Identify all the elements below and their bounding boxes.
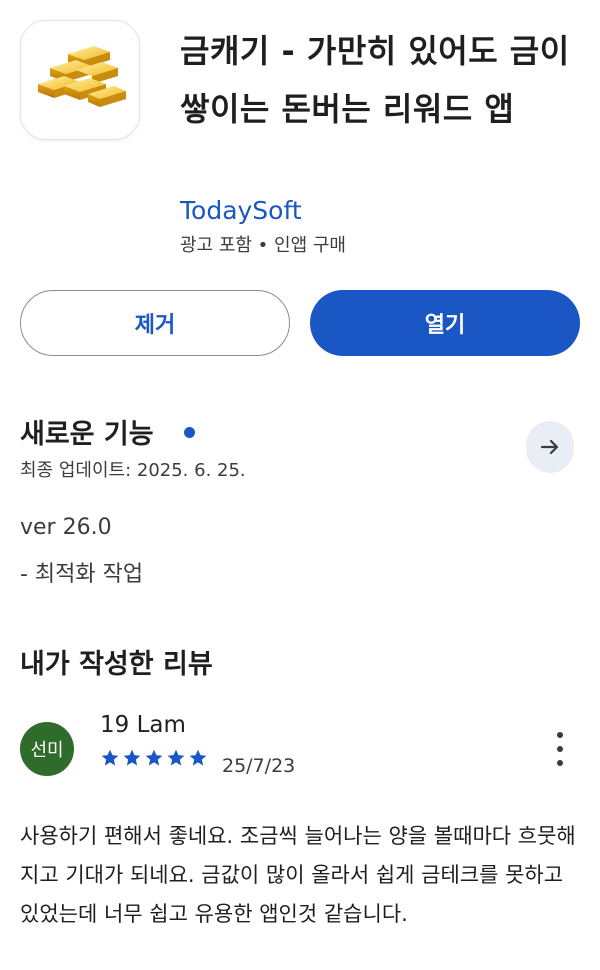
star-icon bbox=[167, 749, 185, 766]
more-options-icon[interactable] bbox=[548, 732, 572, 766]
open-button[interactable]: 열기 bbox=[310, 290, 580, 356]
avatar: 선미 bbox=[20, 722, 74, 776]
app-meta-info: 광고 포함 • 인앱 구매 bbox=[180, 235, 346, 256]
star-icon bbox=[189, 749, 207, 766]
whats-new-title: 새로운 기능 bbox=[20, 419, 154, 450]
star-icon bbox=[145, 749, 163, 766]
whats-new-arrow-button[interactable] bbox=[526, 421, 574, 473]
new-indicator-dot bbox=[184, 427, 195, 438]
app-title: 금캐기 - 가만히 있어도 금이 쌓이는 돈버는 리워드 앱 bbox=[180, 32, 570, 128]
star-icon bbox=[101, 749, 119, 766]
review-text: 사용하기 편해서 좋네요. 조금씩 늘어나는 양을 볼때마다 흐뭇해지고 기대가… bbox=[20, 824, 576, 926]
star-rating bbox=[100, 748, 208, 768]
star-icon bbox=[123, 749, 141, 766]
remove-button[interactable]: 제거 bbox=[20, 290, 290, 356]
app-details-page: 금캐기 - 가만히 있어도 금이 쌓이는 돈버는 리워드 앱 TodaySoft… bbox=[0, 0, 600, 970]
developer-link[interactable]: TodaySoft bbox=[180, 194, 302, 228]
my-review-title: 내가 작성한 리뷰 bbox=[20, 649, 213, 680]
release-version: ver 26.0 bbox=[20, 515, 112, 540]
arrow-right-icon bbox=[540, 439, 559, 455]
last-updated-date: 최종 업데이트: 2025. 6. 25. bbox=[20, 460, 246, 481]
release-notes: - 최적화 작업 bbox=[20, 562, 144, 587]
reviewer-name: 19 Lam bbox=[100, 712, 186, 738]
review-date: 25/7/23 bbox=[222, 755, 296, 777]
gold-bars-icon bbox=[20, 20, 140, 140]
